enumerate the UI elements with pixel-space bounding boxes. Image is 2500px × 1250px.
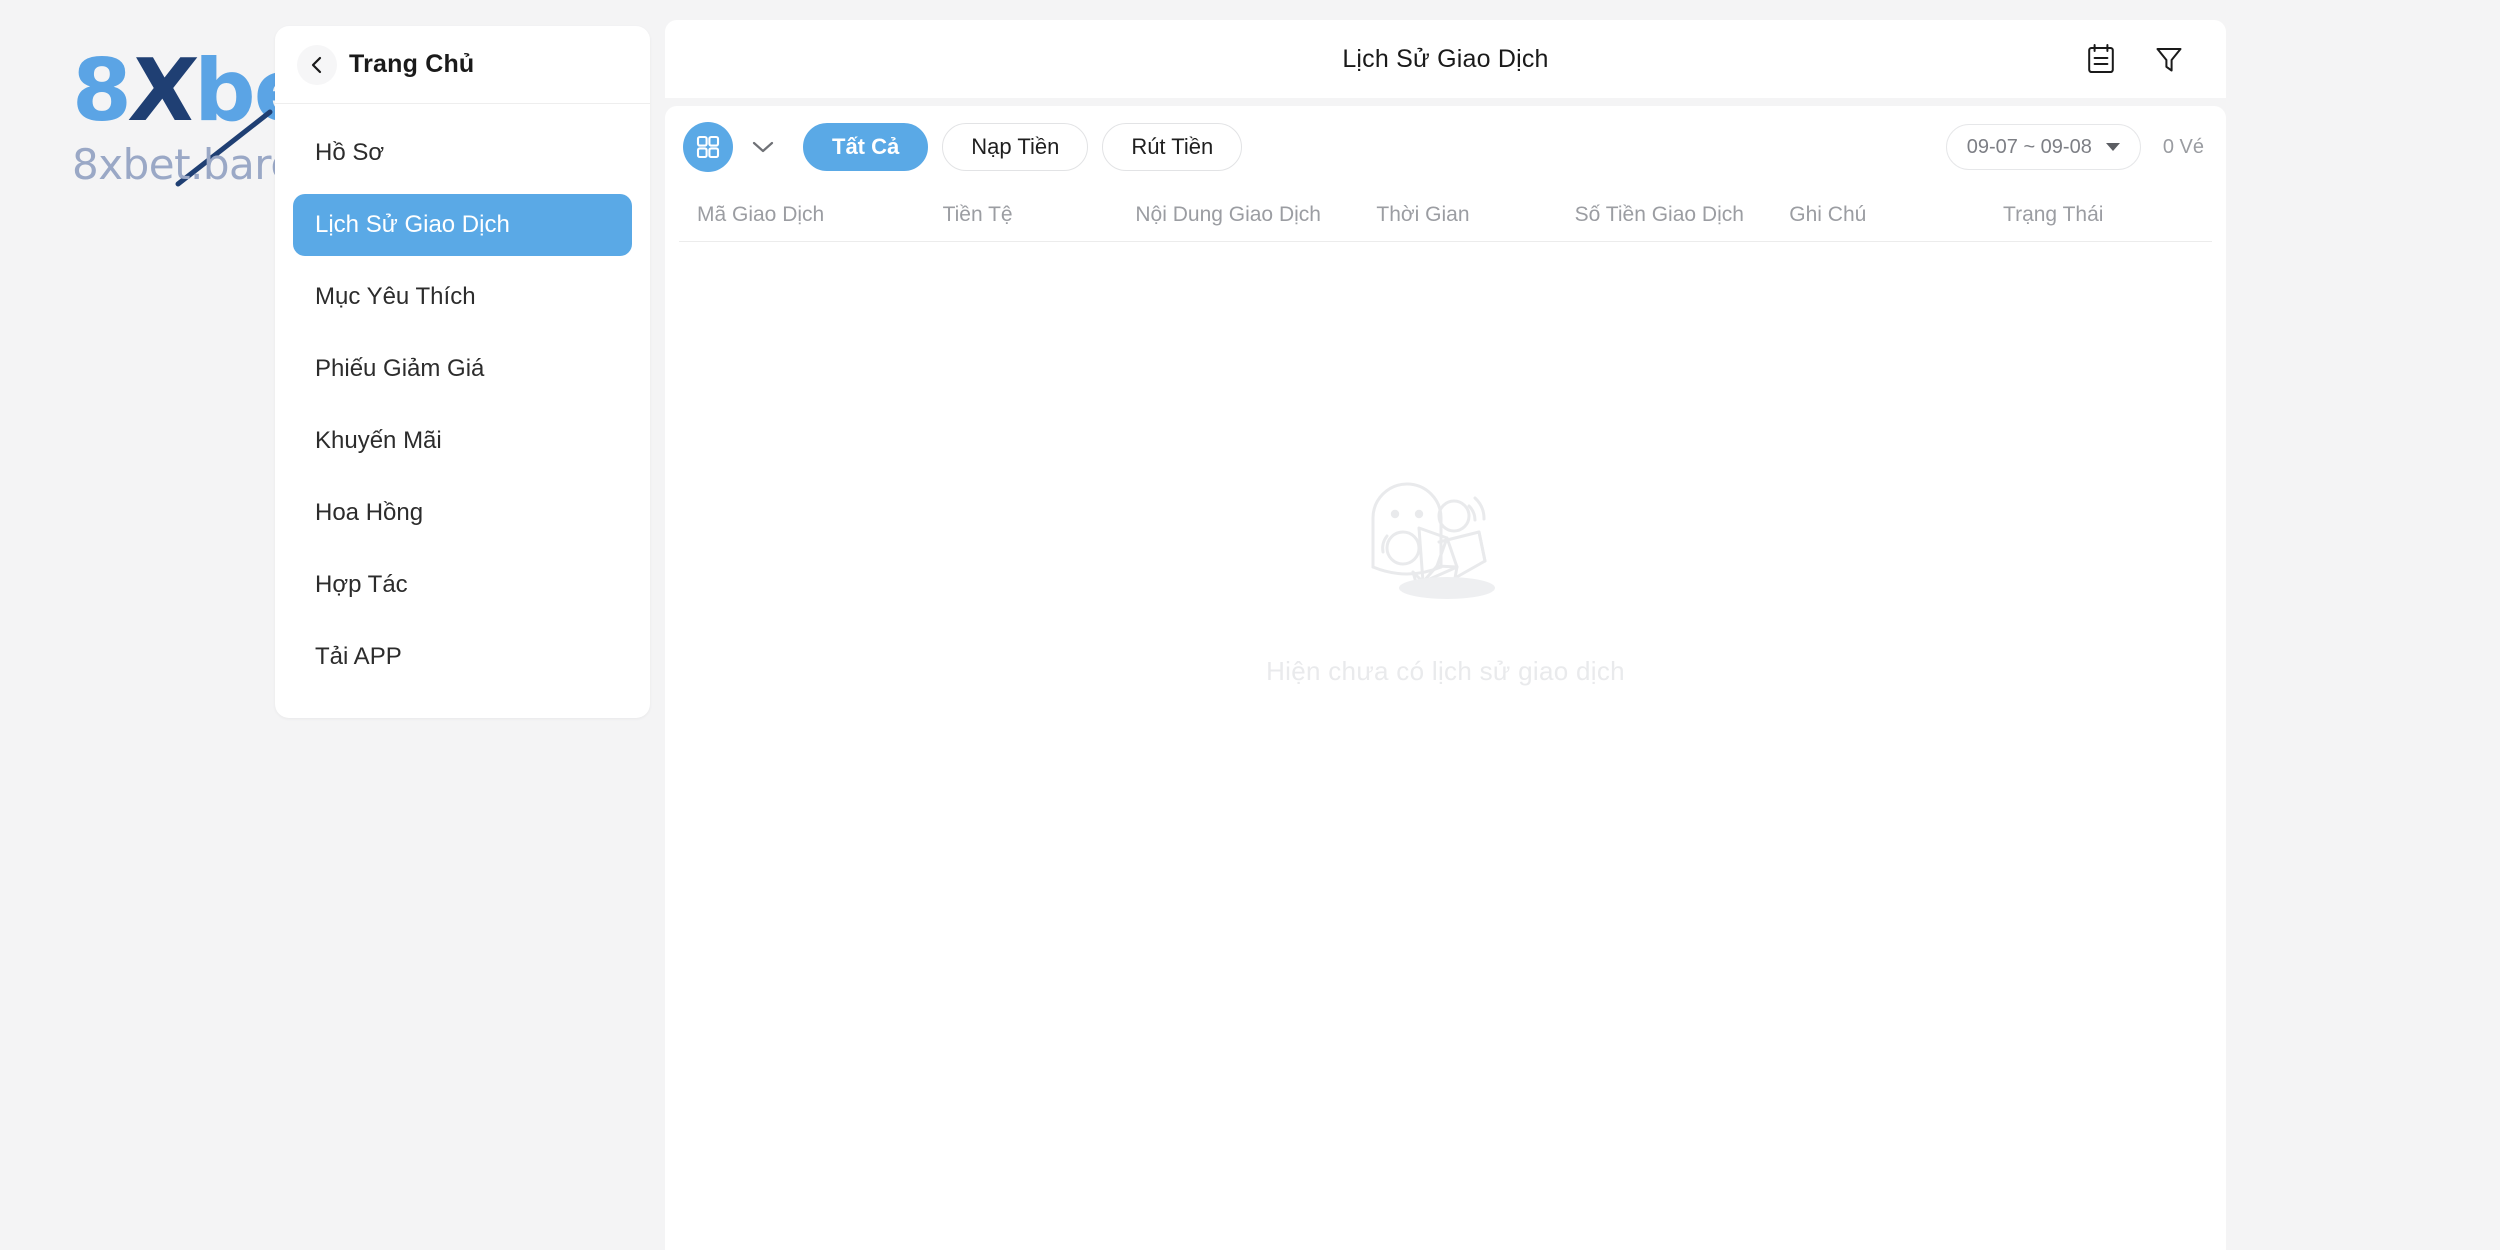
- tab-label: Tất Cả: [832, 134, 900, 159]
- clipboard-list-button[interactable]: [2082, 40, 2120, 78]
- page-header: Lịch Sử Giao Dịch: [665, 20, 2226, 98]
- caret-down-icon: [2105, 143, 2120, 151]
- sidebar-title: Trang Chủ: [349, 50, 475, 78]
- sidebar-item-khuyen-mai[interactable]: Khuyến Mãi: [293, 410, 632, 472]
- sidebar-item-label: Lịch Sử Giao Dịch: [315, 211, 510, 238]
- sidebar-item-label: Mục Yêu Thích: [315, 283, 476, 310]
- sidebar-item-muc-yeu-thich[interactable]: Mục Yêu Thích: [293, 266, 632, 328]
- grid-view-button[interactable]: [683, 122, 733, 172]
- date-range-selector[interactable]: 09-07 ~ 09-08: [1945, 124, 2141, 170]
- sidebar-panel: Trang Chủ Hồ Sơ Lịch Sử Giao Dịch Mục Yê…: [275, 26, 650, 718]
- filter-button[interactable]: [2150, 40, 2188, 78]
- sidebar-item-label: Khuyến Mãi: [315, 427, 442, 454]
- clipboard-list-icon: [2088, 44, 2114, 73]
- column-header-so-tien-giao-dich: Số Tiền Giao Dịch: [1574, 202, 1744, 226]
- grid-squares-icon: [696, 135, 720, 159]
- tab-rut-tien[interactable]: Rút Tiền: [1102, 123, 1243, 171]
- sidebar-nav: Hồ Sơ Lịch Sử Giao Dịch Mục Yêu Thích Ph…: [275, 104, 650, 688]
- sidebar-item-lich-su-giao-dich[interactable]: Lịch Sử Giao Dịch: [293, 194, 632, 256]
- column-header-ghi-chu: Ghi Chú: [1789, 202, 1867, 226]
- back-button[interactable]: [297, 44, 337, 85]
- toolbar-right-group: 09-07 ~ 09-08 0 Vé: [1945, 124, 2204, 170]
- sidebar-item-label: Hợp Tác: [315, 571, 408, 598]
- sidebar-item-label: Hồ Sơ: [315, 139, 385, 166]
- tab-nap-tien[interactable]: Nạp Tiền: [942, 123, 1089, 171]
- table-header-row: Mã Giao Dịch Tiền Tệ Nội Dung Giao Dịch …: [679, 188, 2212, 242]
- logo-digit-8: 8: [72, 41, 132, 141]
- sidebar-item-hop-tac[interactable]: Hợp Tác: [293, 554, 632, 616]
- transaction-history-card: Tất Cả Nạp Tiền Rút Tiền 09-07 ~ 09-08 0…: [665, 106, 2226, 1250]
- toolbar: Tất Cả Nạp Tiền Rút Tiền 09-07 ~ 09-08 0…: [665, 106, 2226, 188]
- page-title: Lịch Sử Giao Dịch: [1342, 44, 1549, 73]
- sidebar-item-tai-app[interactable]: Tải APP: [293, 626, 632, 688]
- ticket-count-label: 0 Vé: [2162, 135, 2204, 158]
- sidebar-item-ho-so[interactable]: Hồ Sơ: [293, 122, 632, 184]
- sidebar-item-hoa-hong[interactable]: Hoa Hồng: [293, 482, 632, 544]
- sidebar-item-label: Phiếu Giảm Giá: [315, 355, 485, 382]
- chevron-down-icon: [752, 141, 774, 153]
- header-actions: [2082, 20, 2188, 98]
- tab-tat-ca[interactable]: Tất Cả: [803, 123, 929, 171]
- chevron-left-icon: [311, 56, 322, 73]
- column-header-tien-te: Tiền Tệ: [942, 202, 1013, 226]
- transaction-type-tabs: Tất Cả Nạp Tiền Rút Tiền: [803, 123, 1243, 171]
- main-panel: Lịch Sử Giao Dịch Tất Cả Nạp Tiền Rút Ti…: [665, 0, 2226, 1250]
- sidebar-item-phieu-giam-gia[interactable]: Phiếu Giảm Giá: [293, 338, 632, 400]
- sidebar-item-label: Tải APP: [315, 643, 402, 670]
- date-range-value: 09-07 ~ 09-08: [1966, 135, 2092, 158]
- logo-letter-x: X: [124, 41, 200, 141]
- column-header-noi-dung-giao-dich: Nội Dung Giao Dịch: [1135, 202, 1321, 226]
- tab-label: Rút Tiền: [1131, 134, 1214, 159]
- empty-box-mascot-icon: [1371, 482, 1495, 599]
- empty-state: Hiện chưa có lịch sử giao dịch: [665, 466, 2226, 687]
- expand-categories-button[interactable]: [745, 129, 781, 165]
- empty-state-message: Hiện chưa có lịch sử giao dịch: [1266, 656, 1625, 686]
- column-header-ma-giao-dich: Mã Giao Dịch: [697, 202, 825, 226]
- column-header-trang-thai: Trạng Thái: [2003, 202, 2104, 226]
- filter-funnel-icon: [2156, 48, 2182, 72]
- sidebar-header: Trang Chủ: [275, 26, 650, 104]
- tab-label: Nạp Tiền: [971, 134, 1060, 159]
- column-header-thoi-gian: Thời Gian: [1376, 202, 1470, 226]
- sidebar-item-label: Hoa Hồng: [315, 499, 424, 526]
- logo-x-tail-icon: [175, 109, 273, 187]
